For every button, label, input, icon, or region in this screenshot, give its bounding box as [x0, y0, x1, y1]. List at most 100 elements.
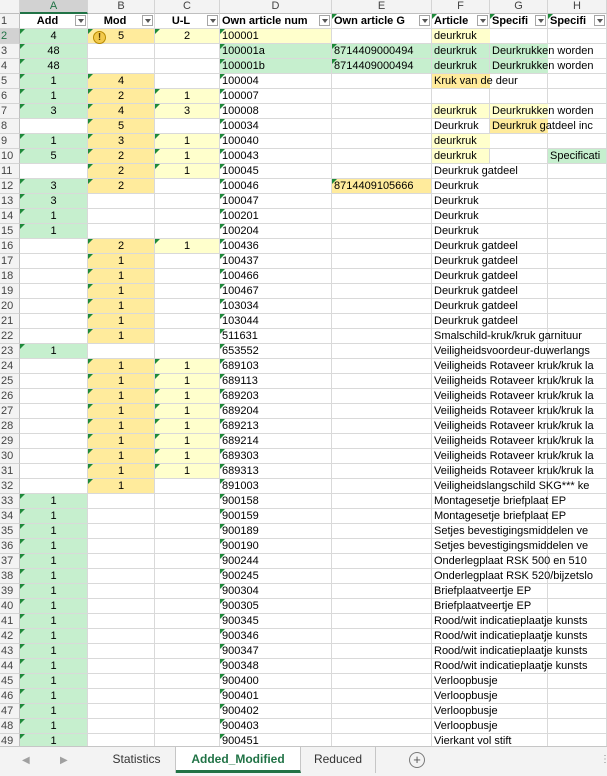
cell-c34[interactable]	[155, 509, 220, 524]
cell-e20[interactable]	[332, 299, 432, 314]
cell-c19[interactable]	[155, 284, 220, 299]
table-header-b[interactable]: Mod	[88, 14, 155, 29]
cell-c17[interactable]	[155, 254, 220, 269]
row-header[interactable]: 42	[0, 629, 20, 644]
cell-c5[interactable]	[155, 74, 220, 89]
column-header-d[interactable]: D	[220, 0, 332, 14]
cell-d37[interactable]: 900244	[220, 554, 332, 569]
cell-b33[interactable]	[88, 494, 155, 509]
cell-f27[interactable]: Veiligheids Rotaveer kruk/kruk la	[432, 404, 594, 419]
cell-b24[interactable]: 1	[88, 359, 155, 374]
cell-b4[interactable]	[88, 59, 155, 74]
cell-f22[interactable]: Smalschild-kruk/kruk garnituur	[432, 329, 582, 344]
cell-a42[interactable]: 1	[20, 629, 88, 644]
cell-c45[interactable]	[155, 674, 220, 689]
cell-c37[interactable]	[155, 554, 220, 569]
cell-c13[interactable]	[155, 194, 220, 209]
row-header[interactable]: 15	[0, 224, 20, 239]
cell-c9[interactable]: 1	[155, 134, 220, 149]
cell-h16[interactable]	[548, 239, 607, 254]
table-header-d[interactable]: Own article num	[220, 14, 332, 29]
cell-f8[interactable]: Deurkruk	[432, 119, 490, 134]
cell-f39[interactable]: Briefplaatveertje EP	[432, 584, 531, 599]
row-header[interactable]: 25	[0, 374, 20, 389]
cell-d6[interactable]: 100007	[220, 89, 332, 104]
cell-h21[interactable]	[548, 314, 607, 329]
cell-c31[interactable]: 1	[155, 464, 220, 479]
cell-d23[interactable]: 653552	[220, 344, 332, 359]
cell-f46[interactable]: Verloopbusje	[432, 689, 498, 704]
cell-d17[interactable]: 100437	[220, 254, 332, 269]
cell-a27[interactable]	[20, 404, 88, 419]
cell-e3[interactable]: 8714409000494	[332, 44, 432, 59]
cell-a12[interactable]: 3	[20, 179, 88, 194]
cell-d11[interactable]: 100045	[220, 164, 332, 179]
cell-f35[interactable]: Setjes bevestigingsmiddelen ve	[432, 524, 588, 539]
cell-c26[interactable]: 1	[155, 389, 220, 404]
cell-e31[interactable]	[332, 464, 432, 479]
cell-c22[interactable]	[155, 329, 220, 344]
cell-a22[interactable]	[20, 329, 88, 344]
cell-d24[interactable]: 689103	[220, 359, 332, 374]
cell-a28[interactable]	[20, 419, 88, 434]
cell-d18[interactable]: 100466	[220, 269, 332, 284]
cell-d10[interactable]: 100043	[220, 149, 332, 164]
cell-f41[interactable]: Rood/wit indicatieplaatje kunsts	[432, 614, 587, 629]
cell-c36[interactable]	[155, 539, 220, 554]
cell-b19[interactable]: 1	[88, 284, 155, 299]
cell-e10[interactable]	[332, 149, 432, 164]
cell-f28[interactable]: Veiligheids Rotaveer kruk/kruk la	[432, 419, 594, 434]
row-header[interactable]: 22	[0, 329, 20, 344]
cell-f20[interactable]: Deurkruk gatdeel	[432, 299, 518, 314]
cell-c29[interactable]: 1	[155, 434, 220, 449]
cell-c25[interactable]: 1	[155, 374, 220, 389]
cell-e27[interactable]	[332, 404, 432, 419]
cell-b28[interactable]: 1	[88, 419, 155, 434]
cell-f40[interactable]: Briefplaatveertje EP	[432, 599, 531, 614]
cell-h46[interactable]	[548, 689, 607, 704]
cell-e36[interactable]	[332, 539, 432, 554]
column-header-h[interactable]: H	[548, 0, 607, 14]
cell-c15[interactable]	[155, 224, 220, 239]
cell-c2[interactable]: 2	[155, 29, 220, 44]
row-header[interactable]: 36	[0, 539, 20, 554]
cell-a25[interactable]	[20, 374, 88, 389]
row-header[interactable]: 37	[0, 554, 20, 569]
row-header[interactable]: 11	[0, 164, 20, 179]
row-header[interactable]: 24	[0, 359, 20, 374]
scroll-right-icon[interactable]: ▶	[60, 755, 68, 766]
cell-d42[interactable]: 900346	[220, 629, 332, 644]
cell-d3[interactable]: 100001a	[220, 44, 332, 59]
cell-f4[interactable]: deurkruk	[432, 59, 490, 74]
cell-b6[interactable]: 2	[88, 89, 155, 104]
cell-h18[interactable]	[548, 269, 607, 284]
cell-d9[interactable]: 100040	[220, 134, 332, 149]
cell-h47[interactable]	[548, 704, 607, 719]
cell-f34[interactable]: Montagesetje briefplaat EP	[432, 509, 566, 524]
cell-d12[interactable]: 100046	[220, 179, 332, 194]
sheet-tab-added-modified[interactable]: Added_Modified	[176, 747, 301, 773]
row-header[interactable]: 31	[0, 464, 20, 479]
column-header-c[interactable]: C	[155, 0, 220, 14]
row-header[interactable]: 20	[0, 299, 20, 314]
filter-dropdown-icon[interactable]	[594, 15, 605, 26]
table-header-g[interactable]: Specifi	[490, 14, 548, 29]
cell-f25[interactable]: Veiligheids Rotaveer kruk/kruk la	[432, 374, 594, 389]
cell-d34[interactable]: 900159	[220, 509, 332, 524]
cell-d16[interactable]: 100436	[220, 239, 332, 254]
cell-h12[interactable]	[548, 179, 607, 194]
cell-g12[interactable]	[490, 179, 548, 194]
cell-b29[interactable]: 1	[88, 434, 155, 449]
cell-f44[interactable]: Rood/wit indicatieplaatje kunsts	[432, 659, 587, 674]
cell-e29[interactable]	[332, 434, 432, 449]
table-header-a[interactable]: Add	[20, 14, 88, 29]
cell-f21[interactable]: Deurkruk gatdeel	[432, 314, 518, 329]
cell-e45[interactable]	[332, 674, 432, 689]
row-header[interactable]: 7	[0, 104, 20, 119]
cell-a9[interactable]: 1	[20, 134, 88, 149]
cell-d22[interactable]: 511631	[220, 329, 332, 344]
cell-h49[interactable]	[548, 734, 607, 746]
cell-f9[interactable]: deurkruk	[432, 134, 490, 149]
cell-f32[interactable]: Veiligheidslangschild SKG*** ke	[432, 479, 589, 494]
cell-d14[interactable]: 100201	[220, 209, 332, 224]
